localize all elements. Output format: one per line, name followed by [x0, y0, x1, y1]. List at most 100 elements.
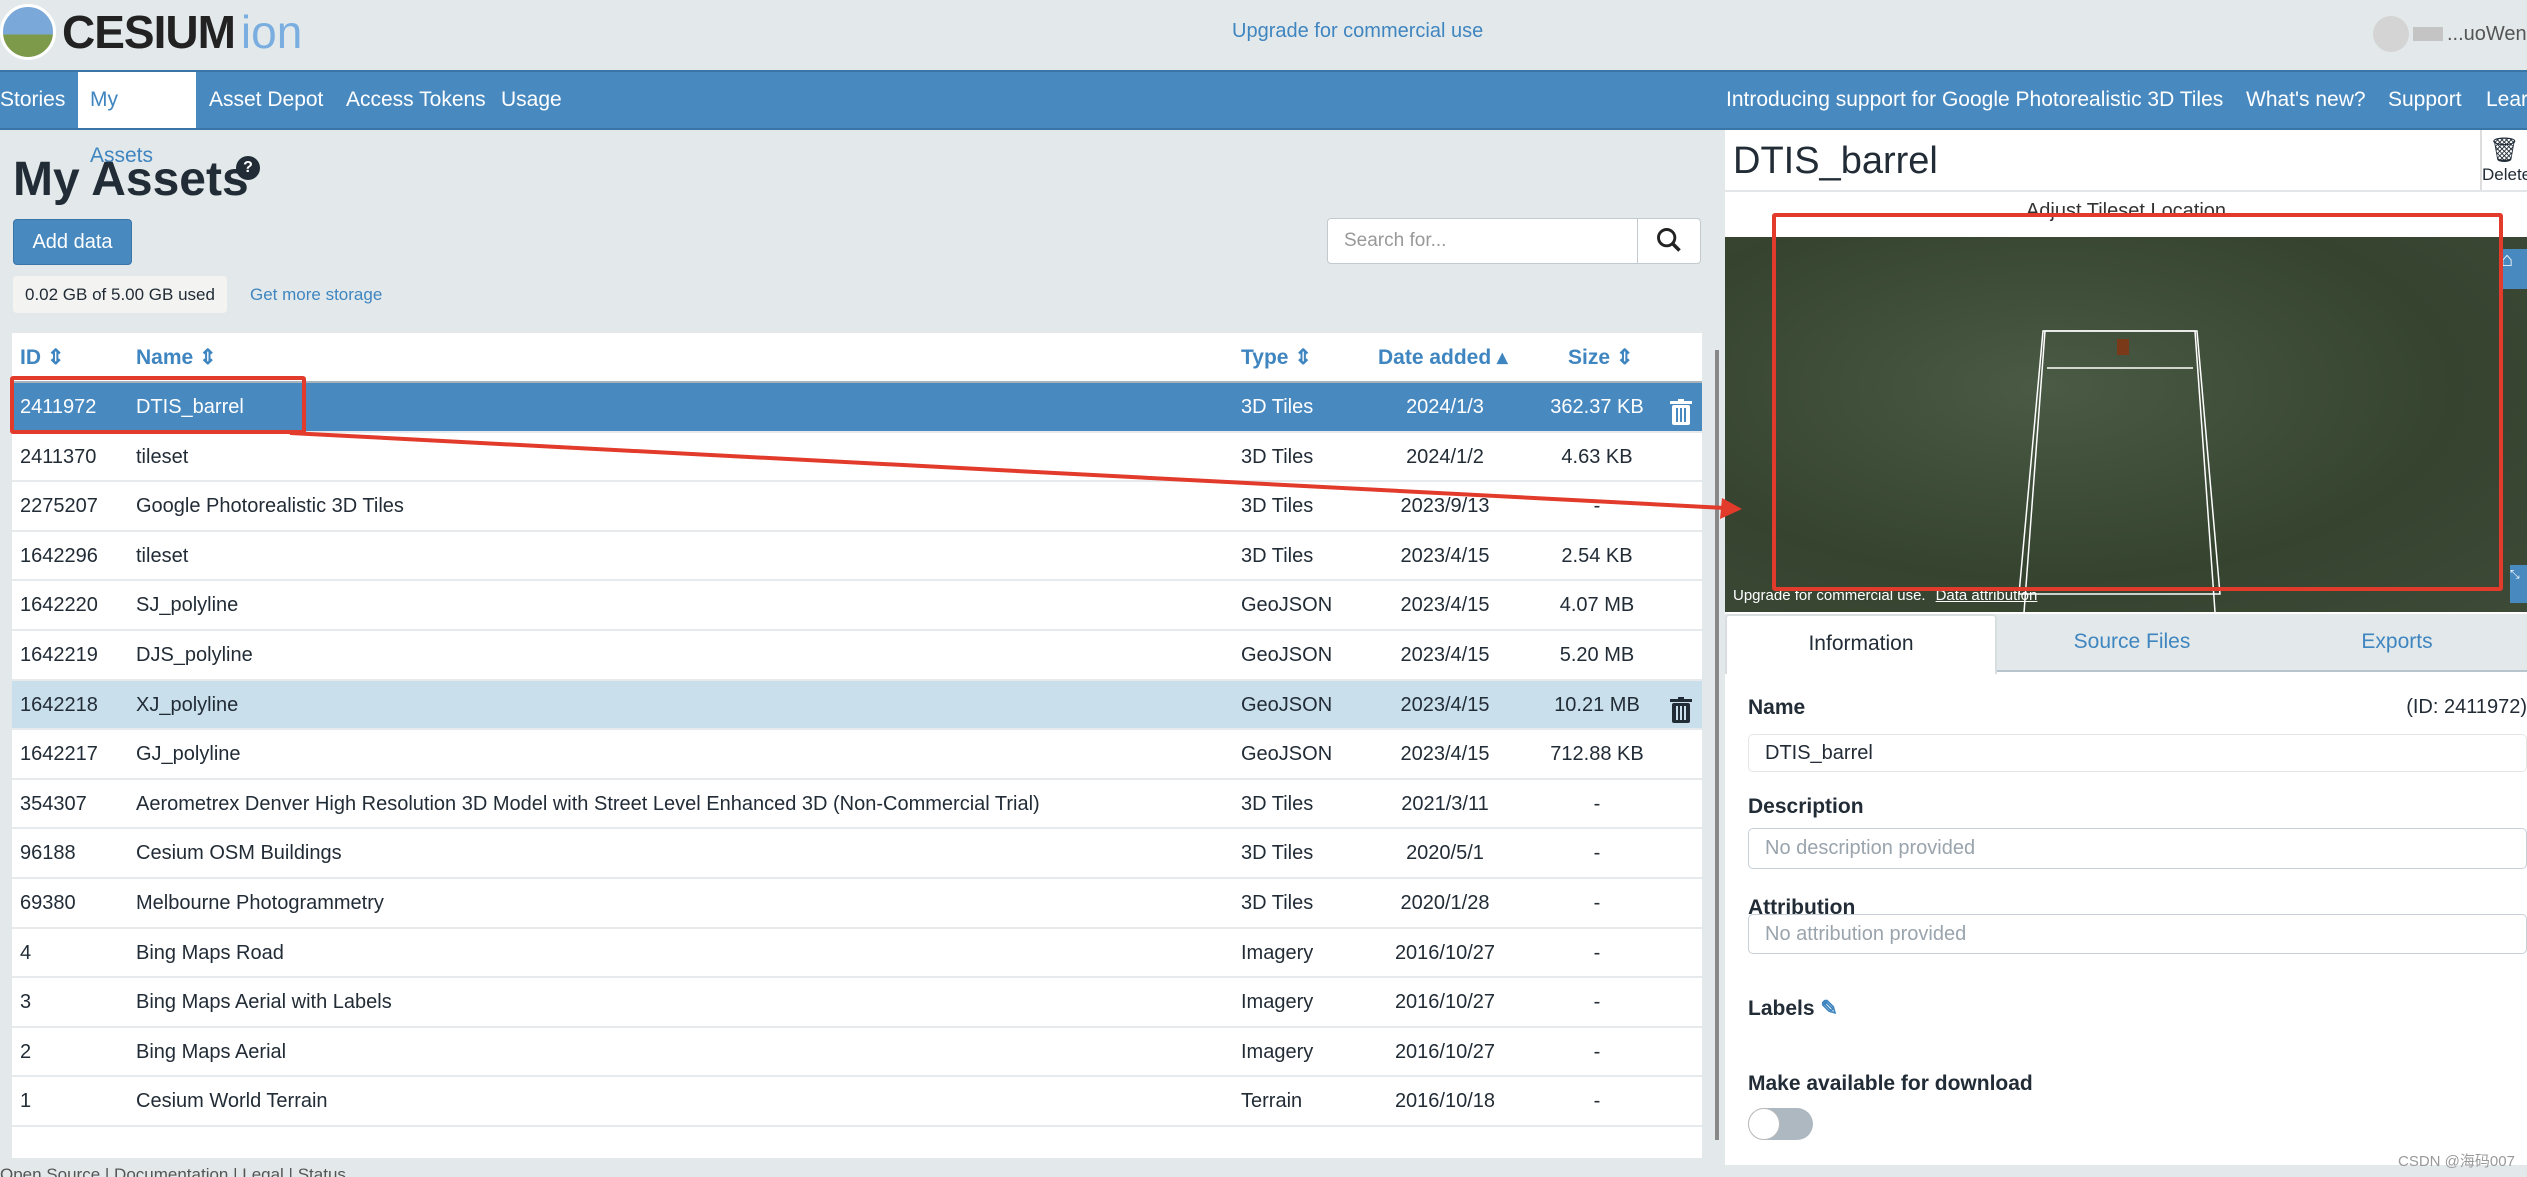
- cell-type: GeoJSON: [1241, 693, 1333, 716]
- help-icon[interactable]: ?: [236, 156, 260, 180]
- cell-id: 2411370: [20, 445, 97, 468]
- search-button[interactable]: [1637, 218, 1701, 264]
- annotation-box-row: [10, 376, 306, 434]
- table-row[interactable]: 1 Cesium World Terrain Terrain 2016/10/18 -: [12, 1077, 1702, 1127]
- fullscreen-button[interactable]: ⤡: [2510, 565, 2527, 603]
- tab-source-files[interactable]: Source Files: [1997, 614, 2267, 672]
- add-data-button[interactable]: Add data: [13, 219, 132, 265]
- logo-icon: [0, 4, 56, 60]
- search-icon: [1657, 227, 1681, 252]
- cell-id: 1642220: [20, 594, 98, 617]
- upgrade-link[interactable]: Upgrade for commercial use: [1232, 20, 1483, 43]
- page-title: My Assets: [13, 153, 249, 206]
- table-row[interactable]: 2275207 Google Photorealistic 3D Tiles 3D …: [12, 482, 1702, 532]
- search-input[interactable]: Search for...: [1327, 218, 1638, 264]
- nav-asset-depot[interactable]: Asset Depot: [197, 72, 335, 128]
- cell-size: -: [1593, 842, 1601, 865]
- cell-id: 1642217: [20, 743, 98, 766]
- get-more-storage-link[interactable]: Get more storage: [250, 285, 382, 305]
- scrollbar[interactable]: [1715, 350, 1719, 1140]
- username-blurred: [2413, 27, 2443, 41]
- description-input[interactable]: No description provided: [1748, 828, 2527, 869]
- cell-date-added: 2020/5/1: [1406, 842, 1484, 865]
- cell-name: XJ_polyline: [136, 693, 239, 716]
- table-row[interactable]: 1642218 XJ_polyline GeoJSON 2023/4/15 10.21 …: [12, 680, 1702, 731]
- cell-type: GeoJSON: [1241, 594, 1333, 617]
- divider: [1725, 190, 2527, 192]
- nav-whats-new[interactable]: What's new?: [2234, 72, 2378, 128]
- nav-learn[interactable]: Learn: [2474, 72, 2527, 128]
- cell-id: 3: [20, 991, 32, 1014]
- cell-date-added: 2023/4/15: [1400, 594, 1490, 617]
- table-row[interactable]: 2411370 tileset 3D Tiles 2024/1/2 4.63 KB: [12, 433, 1702, 483]
- cell-size: -: [1593, 1040, 1601, 1063]
- attribution-input[interactable]: No attribution provided: [1748, 914, 2527, 954]
- cell-date-added: 2024/1/2: [1406, 445, 1484, 468]
- labels-label: Labels ✎: [1748, 996, 1838, 1021]
- nav-my-assets[interactable]: My Assets: [78, 72, 196, 167]
- cell-name: tileset: [136, 544, 189, 567]
- cell-date-added: 2020/1/28: [1400, 892, 1490, 914]
- table-row[interactable]: 3 Bing Maps Aerial with Labels Imagery 2016…: [12, 978, 1702, 1028]
- tab-information[interactable]: Information: [1725, 614, 1997, 674]
- cell-id: 1: [20, 1090, 32, 1113]
- cell-date-added: 2016/10/27: [1394, 1040, 1496, 1063]
- cell-size: 712.88 KB: [1550, 743, 1644, 766]
- download-label: Make available for download: [1748, 1072, 2033, 1095]
- cell-name: GJ_polyline: [136, 743, 241, 766]
- cell-name: Melbourne Photogrammetry: [136, 892, 384, 914]
- table-row[interactable]: 96188 Cesium OSM Buildings 3D Tiles 2020/5/…: [12, 829, 1702, 879]
- table-row[interactable]: 354307 Aerometrex Denver High Resolution …: [12, 780, 1702, 830]
- annotation-box-viewer: [1772, 213, 2503, 591]
- table-row[interactable]: 2 Bing Maps Aerial Imagery 2016/10/27 -: [12, 1028, 1702, 1078]
- watermark: CSDN @海码007: [2398, 1153, 2515, 1170]
- column-label: Size: [1568, 346, 1611, 369]
- tab-exports[interactable]: Exports: [2267, 614, 2527, 672]
- cell-id: 1642219: [20, 644, 98, 666]
- cell-type: Terrain: [1241, 1090, 1303, 1113]
- labels-text: Labels: [1748, 997, 1815, 1020]
- cell-id: 354307: [20, 792, 87, 815]
- home-button[interactable]: ⌂: [2501, 249, 2527, 289]
- pencil-icon[interactable]: ✎: [1820, 997, 1838, 1020]
- cell-type: GeoJSON: [1241, 743, 1333, 766]
- cell-name: Google Photorealistic 3D Tiles: [136, 495, 404, 518]
- table-row[interactable]: 1642220 SJ_polyline GeoJSON 2023/4/15 4.07 M…: [12, 581, 1702, 631]
- download-toggle[interactable]: [1748, 1108, 1813, 1140]
- nav-google-3d-tiles-news[interactable]: Introducing support for Google Photoreal…: [1714, 72, 2235, 128]
- cell-name: Bing Maps Aerial: [136, 1040, 287, 1063]
- nav-stories[interactable]: Stories: [0, 72, 77, 128]
- column-header-size[interactable]: Size ⇕: [1568, 333, 1633, 383]
- cell-size: 4.63 KB: [1561, 445, 1633, 468]
- column-label: Name: [136, 346, 194, 369]
- toggle-knob: [1748, 1108, 1780, 1140]
- cell-name: Bing Maps Aerial with Labels: [136, 991, 392, 1014]
- name-label: Name: [1748, 696, 1806, 719]
- cell-date-added: 2023/4/15: [1400, 544, 1490, 567]
- delete-asset-button[interactable]: 🗑 Delete: [2480, 130, 2527, 190]
- table-row[interactable]: 4 Bing Maps Road Imagery 2016/10/27 -: [12, 929, 1702, 979]
- cell-type: 3D Tiles: [1241, 842, 1314, 865]
- table-row[interactable]: 1642296 tileset 3D Tiles 2023/4/15 2.54 KB: [12, 532, 1702, 582]
- cesium-ion-logo[interactable]: CESIUM ion: [0, 4, 302, 60]
- column-label: ID: [20, 346, 41, 369]
- table-row[interactable]: 1642217 GJ_polyline GeoJSON 2023/4/15 712.88…: [12, 730, 1702, 780]
- user-menu[interactable]: ...uoWen: [2373, 16, 2527, 52]
- table-row[interactable]: 69380 Melbourne Photogrammetry 3D Tiles 202…: [12, 879, 1702, 929]
- cell-type: Imagery: [1241, 1040, 1314, 1063]
- cell-size: -: [1593, 892, 1601, 914]
- column-header-type[interactable]: Type ⇕: [1241, 333, 1312, 383]
- cell-size: -: [1593, 495, 1601, 518]
- cell-size: 362.37 KB: [1550, 396, 1644, 418]
- cell-name: Cesium World Terrain: [136, 1090, 328, 1113]
- column-header-date-added[interactable]: Date added ▴: [1378, 333, 1508, 383]
- cell-name: Cesium OSM Buildings: [136, 842, 342, 865]
- username: ...uoWen: [2447, 22, 2527, 45]
- footer-links[interactable]: Open Source | Documentation | Legal | St…: [0, 1165, 1725, 1177]
- nav-usage[interactable]: Usage: [489, 72, 574, 128]
- cell-type: 3D Tiles: [1241, 495, 1314, 518]
- table-row[interactable]: 1642219 DJS_polyline GeoJSON 2023/4/15 5.20 …: [12, 631, 1702, 681]
- name-input[interactable]: DTIS_barrel: [1748, 734, 2527, 772]
- nav-access-tokens[interactable]: Access Tokens: [334, 72, 498, 128]
- nav-support[interactable]: Support: [2376, 72, 2474, 128]
